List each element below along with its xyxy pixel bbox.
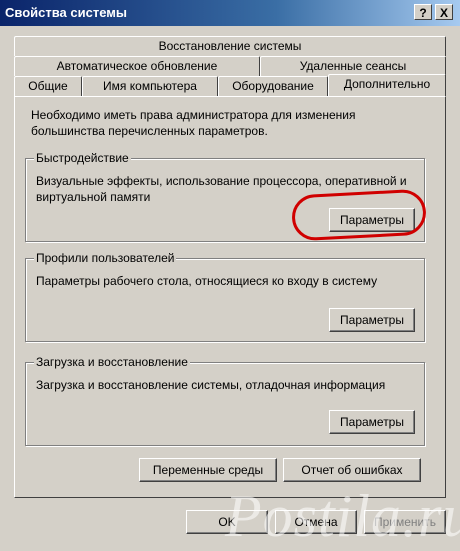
error-reporting-button[interactable]: Отчет об ошибках [283, 458, 421, 482]
tab-hardware[interactable]: Оборудование [218, 76, 328, 96]
help-button[interactable]: ? [414, 4, 432, 20]
ok-button[interactable]: OK [186, 510, 268, 534]
tab-advanced[interactable]: Дополнительно [328, 74, 446, 96]
startup-recovery-description: Загрузка и восстановление системы, отлад… [36, 378, 386, 392]
red-highlight-circle [290, 188, 428, 242]
environment-variables-button[interactable]: Переменные среды [139, 458, 277, 482]
tab-automatic-updates[interactable]: Автоматическое обновление [14, 56, 260, 76]
close-button[interactable]: X [435, 4, 453, 20]
cancel-button[interactable]: Отмена [275, 510, 357, 534]
system-properties-window: Свойства системы ? X Восстановление сист… [0, 0, 460, 549]
tab-computer-name[interactable]: Имя компьютера [82, 76, 218, 96]
tab-general[interactable]: Общие [14, 76, 82, 96]
performance-group-label: Быстродействие [34, 151, 131, 165]
tab-system-restore[interactable]: Восстановление системы [14, 36, 446, 56]
startup-recovery-group-label: Загрузка и восстановление [34, 355, 190, 369]
startup-recovery-settings-button[interactable]: Параметры [329, 410, 415, 434]
admin-rights-info: Необходимо иметь права администратора дл… [31, 108, 356, 138]
user-profiles-group-label: Профили пользователей [34, 251, 177, 265]
window-title: Свойства системы [5, 5, 127, 20]
tab-remote-sessions[interactable]: Удаленные сеансы [260, 56, 446, 76]
user-profiles-description: Параметры рабочего стола, относящиеся ко… [36, 274, 378, 288]
title-bar[interactable]: Свойства системы ? X [0, 0, 460, 26]
user-profiles-settings-button[interactable]: Параметры [329, 308, 415, 332]
apply-button[interactable]: Применить [364, 510, 446, 534]
